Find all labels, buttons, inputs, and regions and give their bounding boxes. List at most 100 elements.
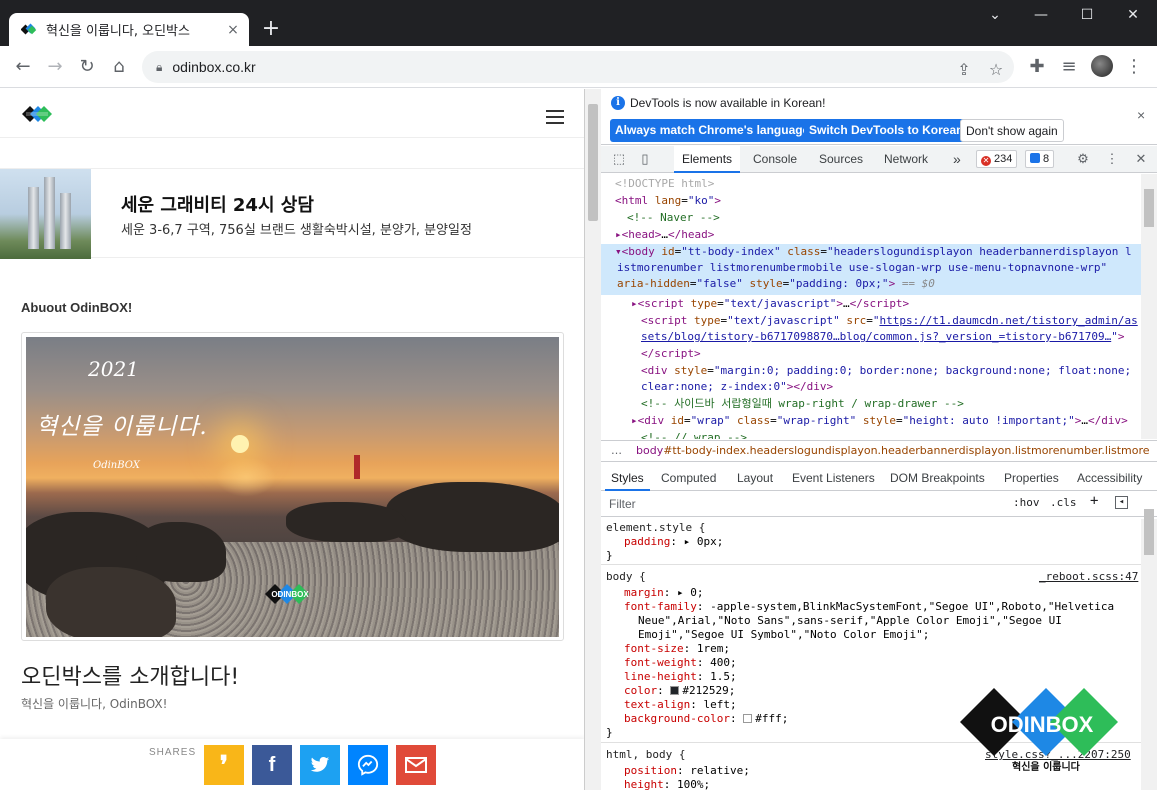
menu-kebab-icon[interactable]: ⋮ bbox=[1120, 53, 1148, 81]
web-page: 세운 그래비티 24시 상담 세운 3-6,7 구역, 756실 브랜드 생활숙… bbox=[0, 89, 585, 790]
home-icon[interactable]: ⌂ bbox=[105, 53, 133, 81]
gmail-share-button[interactable] bbox=[396, 745, 436, 785]
tab-elements[interactable]: Elements bbox=[674, 146, 741, 173]
decl-font-family[interactable]: font-family: -apple-system,BlinkMacSyste… bbox=[624, 600, 1141, 642]
device-toolbar-icon[interactable]: ▯ bbox=[636, 150, 654, 168]
devtools-language-infobar: i DevTools is now available in Korean! A… bbox=[601, 89, 1157, 145]
address-bar[interactable]: 🔒︎ odinbox.co.kr ⇪ ☆ bbox=[142, 51, 1014, 83]
twitter-icon bbox=[310, 757, 330, 772]
dom-node-script-src[interactable]: <script type="text/javascript" src="http… bbox=[641, 313, 1141, 347]
hero-sunset-image: 2021 혁신을 이룹니다. OdinBOX ODINBOX bbox=[26, 337, 559, 637]
browser-tab[interactable]: 혁신을 이룹니다, 오딘박스 × bbox=[9, 13, 249, 46]
hamburger-menu-icon[interactable] bbox=[546, 110, 564, 124]
new-style-rule-icon[interactable]: + bbox=[1090, 493, 1098, 509]
styles-scrollbar[interactable] bbox=[1141, 519, 1157, 790]
breadcrumb-tag[interactable]: body bbox=[636, 444, 663, 457]
share-icon[interactable]: ⇪ bbox=[950, 56, 978, 84]
post-title[interactable]: 오딘박스를 소개합니다! bbox=[21, 659, 239, 691]
media-control-icon[interactable]: ≡ bbox=[1055, 53, 1083, 81]
facebook-icon: f bbox=[268, 753, 276, 776]
subtab-properties[interactable]: Properties bbox=[998, 466, 1065, 491]
dom-tree[interactable]: <!DOCTYPE html> <html lang="ko"> <!-- Na… bbox=[601, 174, 1141, 439]
dom-node-head[interactable]: ▸<head>…</head> bbox=[615, 227, 1141, 243]
styles-filter-input[interactable]: Filter bbox=[605, 495, 1003, 514]
styles-subtabbar: Styles Computed Layout Event Listeners D… bbox=[601, 466, 1157, 491]
element-breadcrumb[interactable]: … body#tt-body-index.headerslogundisplayo… bbox=[601, 440, 1157, 462]
dom-node-comment-sidebar[interactable]: <!-- 사이드바 서랍형일때 wrap-right / wrap-drawer… bbox=[641, 396, 1141, 412]
hover-state-toggle[interactable]: :hov bbox=[1013, 496, 1040, 509]
profile-avatar[interactable] bbox=[1091, 55, 1113, 77]
class-toggle[interactable]: .cls bbox=[1050, 496, 1077, 509]
styles-scrollbar-thumb[interactable] bbox=[1144, 509, 1154, 555]
devtools-panel: i DevTools is now available in Korean! A… bbox=[601, 89, 1157, 790]
subtab-layout[interactable]: Layout bbox=[731, 466, 779, 491]
facebook-share-button[interactable]: f bbox=[252, 745, 292, 785]
rule-body-source-link[interactable]: _reboot.scss:47 bbox=[1039, 570, 1138, 583]
back-icon[interactable]: ← bbox=[9, 53, 37, 81]
breadcrumb-more[interactable]: … bbox=[611, 444, 622, 457]
close-devtools-icon[interactable]: ✕ bbox=[1132, 150, 1150, 168]
tab-sources[interactable]: Sources bbox=[811, 146, 871, 173]
page-scrollbar-thumb[interactable] bbox=[588, 104, 598, 221]
decl-padding[interactable]: padding: ▸ 0px; bbox=[624, 535, 1141, 549]
messenger-share-button[interactable] bbox=[348, 745, 388, 785]
gmail-icon bbox=[405, 757, 427, 773]
twitter-share-button[interactable] bbox=[300, 745, 340, 785]
decl-font-size[interactable]: font-size: 1rem; bbox=[624, 642, 1141, 656]
subtab-styles[interactable]: Styles bbox=[605, 466, 650, 491]
dom-scrollbar-thumb[interactable] bbox=[1144, 189, 1154, 227]
sun-shape bbox=[231, 435, 249, 453]
dom-node-body-selected[interactable]: ▾<body id="tt-body-index" class="headers… bbox=[601, 244, 1141, 295]
inspect-element-icon[interactable]: ⬚ bbox=[610, 150, 628, 168]
close-window-button[interactable]: ✕ bbox=[1110, 0, 1156, 30]
dom-node-script[interactable]: ▸<script type="text/javascript">…</scrip… bbox=[631, 296, 1141, 312]
decl-line-height[interactable]: line-height: 1.5; bbox=[624, 670, 1141, 684]
dom-node-div-wrap[interactable]: ▸<div id="wrap" class="wrap-right" style… bbox=[631, 413, 1141, 429]
settings-gear-icon[interactable]: ⚙ bbox=[1074, 150, 1092, 168]
maximize-button[interactable]: ☐ bbox=[1064, 0, 1110, 30]
rule-element-style[interactable]: element.style { bbox=[606, 521, 1141, 535]
error-count-badge[interactable]: ✕ 234 bbox=[976, 150, 1018, 168]
switch-to-korean-button[interactable]: Switch DevTools to Korean bbox=[804, 119, 969, 142]
dom-node-comment-wrap[interactable]: <!-- // wrap --> bbox=[641, 430, 1141, 439]
promo-banner[interactable]: 세운 그래비티 24시 상담 세운 3-6,7 구역, 756실 브랜드 생활숙… bbox=[0, 168, 584, 259]
message-count-badge[interactable]: 8 bbox=[1025, 150, 1055, 168]
subtab-computed[interactable]: Computed bbox=[655, 466, 722, 491]
more-tabs-icon[interactable]: » bbox=[945, 146, 969, 173]
bg-color-swatch[interactable] bbox=[743, 714, 753, 723]
subtab-event-listeners[interactable]: Event Listeners bbox=[786, 466, 881, 491]
site-logo[interactable] bbox=[20, 103, 54, 125]
infobar-close-icon[interactable]: × bbox=[1137, 107, 1145, 123]
devtools-menu-icon[interactable]: ⋮ bbox=[1103, 150, 1121, 168]
minimize-button[interactable]: — bbox=[1018, 0, 1064, 30]
extensions-icon[interactable]: ✚ bbox=[1023, 53, 1051, 81]
forward-icon[interactable]: → bbox=[41, 53, 69, 81]
dont-show-again-button[interactable]: Don't show again bbox=[960, 119, 1064, 142]
subtab-dom-breakpoints[interactable]: DOM Breakpoints bbox=[884, 466, 991, 491]
post-subtitle: 혁신을 이룹니다, OdinBOX! bbox=[21, 697, 168, 711]
new-tab-button[interactable]: + bbox=[258, 17, 284, 43]
toggle-sidebar-icon[interactable]: ◂ bbox=[1115, 496, 1128, 509]
banner-title: 세운 그래비티 24시 상담 bbox=[121, 195, 314, 216]
dom-node-html[interactable]: <html lang="ko"> bbox=[615, 193, 1141, 209]
decl-margin[interactable]: margin: ▸ 0; bbox=[624, 586, 1141, 600]
dom-node-comment[interactable]: <!-- Naver --> bbox=[627, 210, 1141, 226]
always-match-language-button[interactable]: Always match Chrome's language bbox=[610, 119, 815, 142]
tab-search-icon[interactable]: ⌄ bbox=[972, 0, 1018, 30]
url-text: odinbox.co.kr bbox=[172, 59, 256, 75]
error-count: 234 bbox=[994, 153, 1013, 165]
breadcrumb-class[interactable]: #tt-body-index.headerslogundisplayon.hea… bbox=[663, 444, 1149, 457]
subtab-accessibility[interactable]: Accessibility bbox=[1071, 466, 1148, 491]
tab-close-icon[interactable]: × bbox=[225, 22, 241, 38]
tab-console[interactable]: Console bbox=[745, 146, 805, 173]
bookmark-star-icon[interactable]: ☆ bbox=[982, 56, 1010, 84]
decl-font-weight[interactable]: font-weight: 400; bbox=[624, 656, 1141, 670]
browser-toolbar: ← → ↻ ⌂ 🔒︎ odinbox.co.kr ⇪ ☆ ✚ ≡ ⋮ bbox=[0, 46, 1157, 88]
reload-icon[interactable]: ↻ bbox=[73, 53, 101, 81]
color-swatch[interactable] bbox=[670, 686, 680, 695]
tab-network[interactable]: Network bbox=[876, 146, 936, 173]
dom-node-doctype[interactable]: <!DOCTYPE html> bbox=[615, 176, 1141, 192]
decl-height[interactable]: height: 100%; bbox=[624, 778, 1141, 790]
dom-node-div-style[interactable]: <div style="margin:0; padding:0; border:… bbox=[641, 363, 1141, 397]
kakao-share-button[interactable]: ❜ bbox=[204, 745, 244, 785]
